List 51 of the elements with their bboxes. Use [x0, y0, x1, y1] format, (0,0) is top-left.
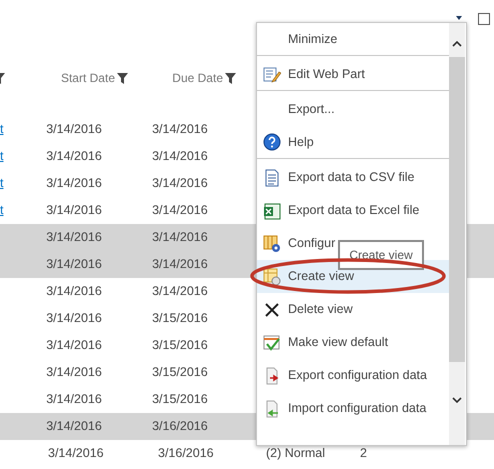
table-row[interactable]: 3/14/2016 3/15/2016: [0, 332, 256, 359]
table-cell: 3/14/2016: [152, 122, 208, 136]
table-cell: 3/14/2016: [152, 203, 208, 218]
table-row[interactable]: 3/14/2016 3/14/2016: [0, 251, 256, 278]
table-cell: 3/16/2016: [158, 446, 214, 460]
table-cell: 3/14/2016: [46, 419, 102, 434]
table-cell: 3/14/2016: [46, 230, 102, 244]
menu-item[interactable]: Export configuration data: [257, 359, 450, 392]
table-row[interactable]: t 3/14/2016 3/14/2016: [0, 143, 256, 170]
table-cell: 3/14/2016: [46, 311, 102, 326]
table-row[interactable]: 3/14/2016 3/16/2016 (2) Normal 2: [0, 440, 494, 467]
table-cell: 3/14/2016: [152, 176, 208, 190]
table-cell: 2: [360, 446, 367, 460]
table-cell: 3/15/2016: [152, 338, 208, 352]
table-cell: 3/14/2016: [46, 338, 102, 352]
table-cell: 3/14/2016: [46, 149, 102, 164]
table-row[interactable]: 3/14/2016 3/15/2016: [0, 305, 256, 332]
table-row[interactable]: t 3/14/2016 3/14/2016: [0, 116, 256, 143]
item-link[interactable]: t: [0, 201, 4, 220]
table-cell: 3/14/2016: [46, 392, 102, 406]
table-cell: 3/14/2016: [46, 365, 102, 380]
menu-item[interactable]: Delete view: [257, 293, 450, 326]
table-row[interactable]: 3/14/2016 3/14/2016: [0, 224, 256, 251]
column-header[interactable]: Due Date: [172, 69, 223, 87]
table-cell: 3/15/2016: [152, 311, 208, 326]
item-link[interactable]: t: [0, 147, 4, 166]
table-row[interactable]: 3/14/2016 3/14/2016: [0, 278, 256, 305]
menu-item[interactable]: Import configuration data: [257, 392, 450, 425]
menu-item[interactable]: Export...: [257, 93, 450, 126]
table-cell: 3/14/2016: [152, 284, 208, 298]
table-cell: 3/14/2016: [46, 176, 102, 190]
table-cell: 3/14/2016: [46, 257, 102, 272]
table-cell: (2) Normal: [266, 446, 326, 460]
table-cell: 3/14/2016: [46, 284, 102, 298]
table-cell: 3/14/2016: [46, 203, 102, 218]
table-row[interactable]: 3/14/2016 3/15/2016: [0, 386, 256, 413]
table-row[interactable]: t 3/14/2016 3/14/2016: [0, 197, 256, 224]
table-row[interactable]: 3/14/2016 3/16/2016: [0, 413, 256, 440]
table-cell: 3/16/2016: [152, 419, 208, 434]
table-row[interactable]: t 3/14/2016 3/14/2016: [0, 170, 256, 197]
table-cell: 3/14/2016: [152, 230, 208, 244]
table-cell: 3/14/2016: [46, 122, 102, 136]
table-cell: 3/14/2016: [152, 257, 208, 272]
table-cell: 3/14/2016: [152, 149, 208, 164]
item-link[interactable]: t: [0, 120, 4, 139]
table-cell: 3/15/2016: [152, 365, 208, 380]
table-cell: 3/15/2016: [152, 392, 208, 406]
item-link[interactable]: t: [0, 174, 4, 193]
table-row[interactable]: 3/14/2016 3/15/2016: [0, 359, 256, 386]
column-header[interactable]: Start Date: [60, 69, 115, 87]
table-cell: 3/14/2016: [48, 446, 104, 460]
